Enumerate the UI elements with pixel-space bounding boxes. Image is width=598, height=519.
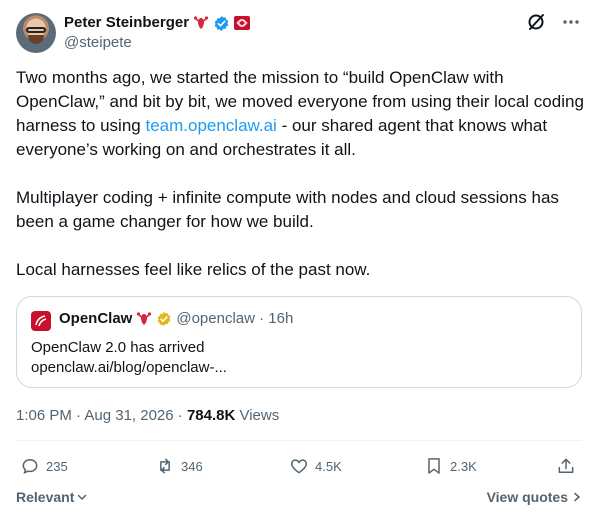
divider — [16, 440, 582, 441]
quoted-tweet-card[interactable]: OpenClaw @openclaw · 16h OpenClaw 2.0 ha… — [16, 296, 582, 388]
repost-button[interactable]: 346 — [155, 456, 203, 476]
affiliate-badge-icon[interactable] — [234, 16, 251, 30]
tweet-meta: 1:06 PM · Aug 31, 2026 · 784.8K Views — [16, 406, 279, 426]
timestamp[interactable]: 1:06 PM · Aug 31, 2026 · — [16, 407, 187, 424]
gold-verified-badge-icon[interactable] — [156, 311, 172, 327]
tweet-paragraph-2: Multiplayer coding + infinite compute wi… — [16, 188, 559, 231]
view-quotes-label: View quotes — [486, 489, 568, 505]
chevron-right-icon — [574, 492, 581, 502]
share-button[interactable] — [556, 456, 576, 476]
heart-icon — [290, 459, 308, 474]
lobster-icon — [137, 312, 152, 325]
tweet-paragraph-3: Local harnesses feel like relics of the … — [16, 260, 371, 279]
share-icon — [558, 458, 574, 473]
lobster-icon — [193, 16, 209, 29]
views-label: Views — [235, 407, 280, 424]
grok-icon[interactable] — [526, 12, 546, 32]
reply-button[interactable]: 235 — [20, 456, 68, 476]
bookmark-icon — [428, 458, 440, 474]
chevron-down-icon — [78, 494, 87, 501]
author-name-row: Peter Steinberger — [64, 12, 251, 34]
like-count: 4.5K — [315, 458, 342, 474]
openclaw-avatar-icon[interactable] — [31, 311, 51, 331]
tweet-text: Two months ago, we started the mission t… — [16, 66, 586, 282]
more-options-icon[interactable] — [562, 13, 580, 31]
reply-icon — [22, 458, 38, 474]
sort-label: Relevant — [16, 489, 75, 505]
author-avatar[interactable] — [16, 13, 56, 53]
quoted-author-name[interactable]: OpenClaw — [59, 309, 132, 329]
quoted-handle-time: @openclaw · 16h — [176, 310, 294, 327]
author-name[interactable]: Peter Steinberger — [64, 13, 189, 33]
repost-count: 346 — [181, 458, 203, 474]
team-openclaw-link[interactable]: team.openclaw.ai — [145, 116, 276, 135]
sort-replies-dropdown[interactable]: Relevant — [16, 489, 88, 505]
verified-badge-icon[interactable] — [213, 15, 230, 32]
top-actions — [526, 12, 580, 32]
repost-icon — [160, 458, 170, 474]
author-handle[interactable]: @steipete — [64, 33, 132, 53]
quoted-text-line-2: openclaw.ai/blog/openclaw-... — [31, 359, 227, 376]
reply-count: 235 — [46, 458, 68, 474]
bookmark-count: 2.3K — [450, 458, 477, 474]
view-quotes-link[interactable]: View quotes — [487, 489, 582, 505]
tweet-paragraph-1: Two months ago, we started the mission t… — [16, 68, 584, 159]
like-button[interactable]: 4.5K — [289, 456, 342, 476]
views-count: 784.8K — [186, 407, 236, 424]
quoted-text-line-1: OpenClaw 2.0 has arrived — [31, 339, 205, 356]
bookmark-button[interactable]: 2.3K — [424, 456, 477, 476]
quoted-tweet-header: OpenClaw @openclaw · 16h — [59, 309, 293, 329]
